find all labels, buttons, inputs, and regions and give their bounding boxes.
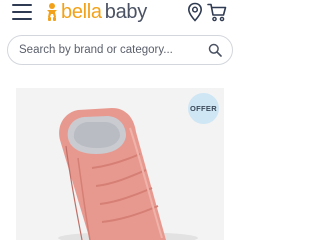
search-bar[interactable]: Search by brand or category... bbox=[7, 35, 233, 65]
shopping-cart-icon[interactable] bbox=[207, 2, 227, 22]
brand-name-baby: baby bbox=[104, 1, 147, 23]
offer-badge: OFFER bbox=[188, 93, 219, 124]
brand-name-bella: bella bbox=[61, 1, 102, 23]
search-icon[interactable] bbox=[208, 43, 222, 57]
site-header: bella baby bbox=[0, 0, 240, 30]
location-pin-icon[interactable] bbox=[186, 2, 204, 22]
hamburger-menu-icon[interactable] bbox=[12, 4, 32, 20]
bella-baby-logo[interactable]: bella baby bbox=[45, 0, 147, 24]
baby-logo-icon bbox=[47, 3, 57, 21]
search-input[interactable]: Search by brand or category... bbox=[19, 44, 173, 56]
